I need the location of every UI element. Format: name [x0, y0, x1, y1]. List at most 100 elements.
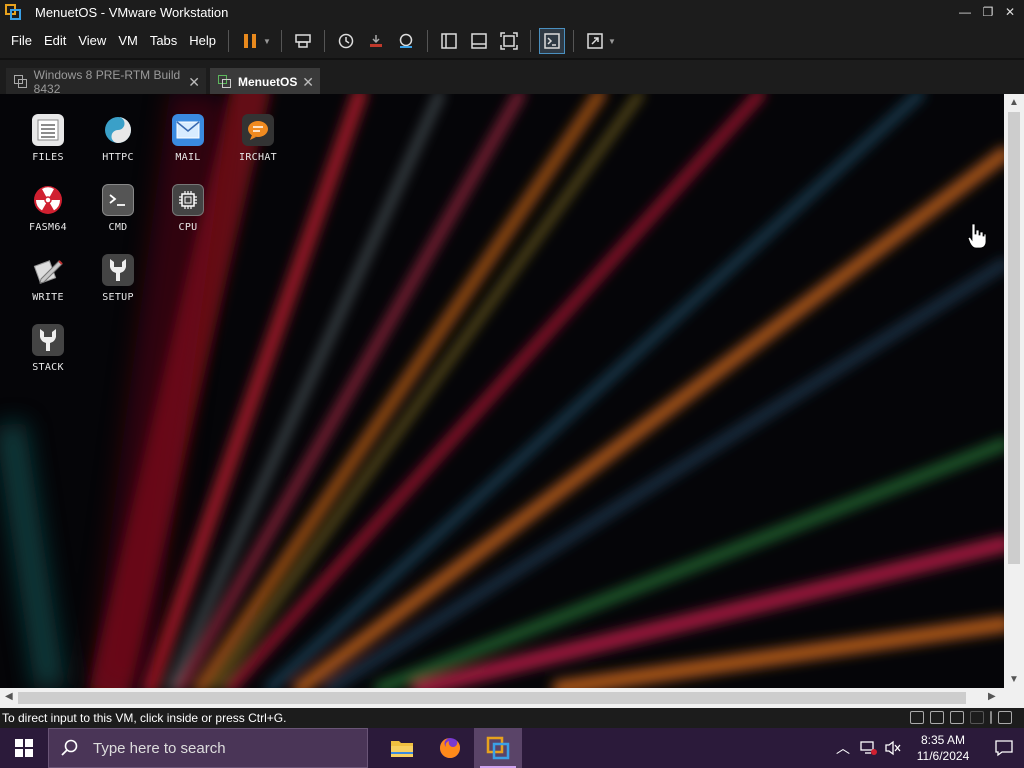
vertical-scroll-thumb[interactable] [1008, 112, 1020, 564]
hard-disk-icon[interactable] [910, 711, 924, 724]
tab-menuetos[interactable]: MenuetOS ✕ [210, 68, 320, 96]
desktop-icon-label: CMD [108, 222, 128, 233]
console-view-button[interactable] [538, 28, 565, 54]
menu-help[interactable]: Help [183, 24, 222, 58]
desktop-icon-cpu[interactable]: CPU [158, 184, 218, 233]
close-button[interactable]: ✕ [998, 0, 1022, 24]
folder-icon [391, 741, 413, 757]
pencil-icon [32, 254, 64, 286]
clock-date: 11/6/2024 [916, 749, 970, 763]
pause-dropdown-icon[interactable]: ▼ [263, 37, 271, 46]
menu-edit[interactable]: Edit [38, 24, 72, 58]
desktop-wallpaper [0, 94, 1004, 688]
desktop-icon-httpc[interactable]: HTTPC [88, 114, 148, 163]
toolbar-separator [529, 30, 531, 52]
windows-taskbar: Type here to search ︿ 8:35 AM 11/6/2024 [0, 728, 1024, 768]
clock-icon [338, 33, 354, 49]
taskbar-search-box[interactable]: Type here to search [48, 728, 368, 768]
revert-icon [369, 35, 382, 47]
network-icon[interactable] [860, 740, 878, 756]
send-ctrl-alt-del-button[interactable] [290, 28, 316, 54]
console-icon [544, 33, 560, 49]
stretch-guest-button[interactable] [582, 28, 608, 54]
volume-muted-icon[interactable] [884, 740, 902, 756]
pause-icon [244, 34, 257, 48]
tab-label: Windows 8 PRE-RTM Build 8432 [33, 68, 181, 96]
scrollbar-corner [1004, 688, 1024, 708]
desktop-icon-setup[interactable]: SETUP [88, 254, 148, 303]
start-button[interactable] [0, 728, 48, 768]
close-tab-icon[interactable]: ✕ [302, 74, 314, 91]
tab-windows8[interactable]: Windows 8 PRE-RTM Build 8432 ✕ [6, 68, 206, 96]
chat-bubble-icon [242, 114, 274, 146]
desktop-icon-label: FILES [32, 152, 64, 163]
search-icon [61, 739, 78, 756]
toolbar-separator [323, 30, 325, 52]
desktop-icon-cmd[interactable]: CMD [88, 184, 148, 233]
status-text: To direct input to this VM, click inside… [2, 711, 287, 725]
sidebar-icon [441, 33, 457, 49]
desktop-icon-label: WRITE [32, 292, 64, 303]
menu-bar: File Edit View VM Tabs Help ▼ ▼ [0, 24, 1024, 58]
menu-view[interactable]: View [72, 24, 112, 58]
vm-display[interactable]: FILES HTTPC MAIL IRCHAT FASM64 CMD CPU W… [0, 94, 1004, 688]
vm-tab-icon [14, 75, 28, 89]
snapshot-manager-button[interactable] [393, 28, 419, 54]
toolbar-separator [572, 30, 574, 52]
full-screen-icon [500, 32, 518, 50]
taskbar-firefox[interactable] [426, 728, 474, 768]
show-thumbnail-button[interactable] [466, 28, 492, 54]
wrench-icon [102, 254, 134, 286]
maximize-button[interactable]: ❐ [976, 0, 1000, 24]
scroll-left-icon[interactable]: ◀ [5, 691, 13, 702]
firefox-icon [440, 738, 460, 758]
desktop-icon-mail[interactable]: MAIL [158, 114, 218, 163]
search-placeholder: Type here to search [93, 739, 226, 757]
taskbar-file-explorer[interactable] [378, 728, 426, 768]
files-icon [32, 114, 64, 146]
horizontal-scroll-thumb[interactable] [18, 692, 966, 704]
scroll-right-icon[interactable]: ▶ [988, 691, 996, 702]
pause-button[interactable] [237, 28, 263, 54]
taskbar-vmware[interactable] [474, 728, 522, 768]
mail-icon [172, 114, 204, 146]
vertical-scrollbar[interactable]: ▲ ▼ [1004, 94, 1024, 688]
usb-icon[interactable] [970, 711, 984, 724]
toolbar-separator [228, 30, 230, 52]
full-screen-button[interactable] [496, 28, 522, 54]
desktop-icon-fasm64[interactable]: FASM64 [18, 184, 78, 233]
taskbar-clock[interactable]: 8:35 AM 11/6/2024 [912, 732, 974, 764]
message-log-icon[interactable] [998, 711, 1012, 724]
windows-logo-icon [15, 739, 33, 757]
close-tab-icon[interactable]: ✕ [188, 74, 200, 91]
desktop-icon-stack[interactable]: STACK [18, 324, 78, 373]
notification-icon [995, 740, 1013, 757]
stretch-dropdown-icon[interactable]: ▼ [608, 37, 616, 46]
clock-time: 8:35 AM [920, 733, 966, 747]
desktop-icon-write[interactable]: WRITE [18, 254, 78, 303]
desktop-icon-label: CPU [178, 222, 198, 233]
toolbar-separator [280, 30, 282, 52]
stretch-icon [587, 33, 603, 49]
desktop-icon-files[interactable]: FILES [18, 114, 78, 163]
scroll-down-icon[interactable]: ▼ [1009, 674, 1019, 685]
show-hidden-icons-chevron-icon[interactable]: ︿ [836, 738, 850, 758]
menu-file[interactable]: File [5, 24, 38, 58]
scroll-up-icon[interactable]: ▲ [1009, 97, 1019, 108]
menu-vm[interactable]: VM [112, 24, 144, 58]
desktop-icon-label: MAIL [175, 152, 201, 163]
snapshot-button[interactable] [333, 28, 359, 54]
desktop-icon-label: FASM64 [29, 222, 67, 233]
menu-tabs[interactable]: Tabs [144, 24, 183, 58]
network-adapter-icon[interactable] [950, 711, 964, 724]
desktop-icon-irchat[interactable]: IRCHAT [228, 114, 288, 163]
floppy-icon[interactable] [930, 711, 944, 724]
notification-center-button[interactable] [984, 728, 1024, 768]
minimize-button[interactable]: — [953, 0, 977, 24]
show-library-button[interactable] [436, 28, 462, 54]
yin-yang-icon [102, 114, 134, 146]
window-title: MenuetOS - VMware Workstation [35, 4, 229, 20]
horizontal-scrollbar[interactable]: ◀ ▶ [0, 688, 1004, 708]
revert-snapshot-button[interactable] [363, 28, 389, 54]
keyboard-icon [295, 34, 311, 48]
